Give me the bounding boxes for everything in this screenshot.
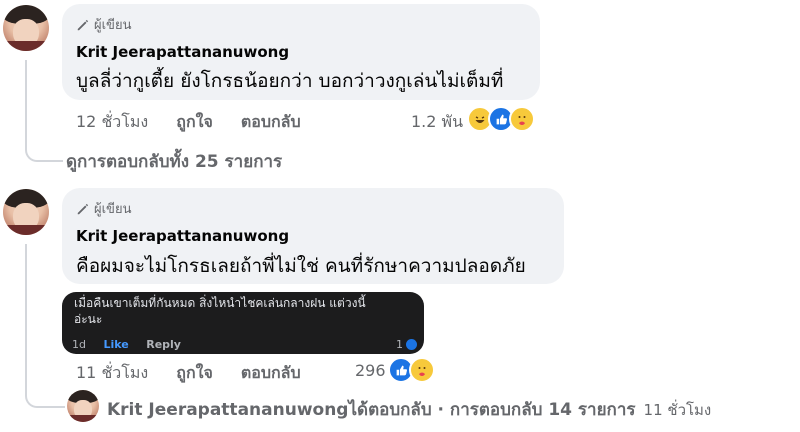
reply-author[interactable]: Krit Jeerapattananuwong <box>107 400 348 420</box>
author-badge-label: ผู้เขียน <box>94 18 132 33</box>
comment-text: บูลลี่ว่ากูเตี้ย ยังโกรธน้อยกว่า บอกว่าว… <box>76 70 504 92</box>
attached-text-line1: เมื่อคืนเขาเต็มที่กันหมด สิ่งไหนำไชคเล่น… <box>74 296 366 310</box>
author-badge: ผู้เขียน <box>76 198 131 219</box>
attached-image[interactable]: เมื่อคืนเขาเต็มที่กันหมด สิ่งไหนำไชคเล่น… <box>62 292 424 354</box>
like-button[interactable]: ถูกใจ <box>176 110 213 135</box>
reply-summary[interactable]: Krit Jeerapattananuwong ได้ตอบกลับ · การ… <box>107 396 711 423</box>
reply-summary-text[interactable]: ได้ตอบกลับ · การตอบกลับ 14 รายการ <box>348 396 635 423</box>
attached-time: 1d <box>72 338 86 351</box>
author-badge-label: ผู้เขียน <box>94 202 132 217</box>
comment-time[interactable]: 11 ชั่วโมง <box>76 361 148 386</box>
avatar[interactable] <box>3 5 49 51</box>
care-icon <box>409 357 435 383</box>
thread-connector <box>25 244 65 408</box>
attached-text-line2: อ่ะนะ <box>74 312 103 326</box>
reaction-icons[interactable] <box>467 106 535 132</box>
like-button[interactable]: ถูกใจ <box>176 361 213 386</box>
care-icon <box>509 106 535 132</box>
comment-time[interactable]: 12 ชั่วโมง <box>76 110 148 135</box>
reply-button[interactable]: ตอบกลับ <box>241 361 301 386</box>
comment-text: คือผมจะไม่โกรธเลยถ้าพี่ไม่ใช่ คนที่รักษา… <box>76 255 526 277</box>
reaction-icons[interactable] <box>388 357 435 383</box>
attached-reply: Reply <box>146 338 181 351</box>
author-badge: ผู้เขียน <box>76 14 131 35</box>
pencil-icon <box>77 19 89 30</box>
reaction-count[interactable]: 1.2 พัน <box>411 110 463 135</box>
pencil-icon <box>77 203 89 214</box>
reply-time: 11 ชั่วโมง <box>643 400 712 419</box>
view-replies-link[interactable]: ดูการตอบกลับทั้ง 25 รายการ <box>66 148 282 175</box>
thread-connector <box>25 60 63 162</box>
comment-author[interactable]: Krit Jeerapattananuwong <box>76 43 289 61</box>
attached-like: Like <box>103 338 129 351</box>
reaction-count[interactable]: 296 <box>355 361 386 380</box>
comment-author[interactable]: Krit Jeerapattananuwong <box>76 227 289 245</box>
reply-button[interactable]: ตอบกลับ <box>241 110 301 135</box>
avatar[interactable] <box>3 189 49 235</box>
attached-count: 1 <box>396 338 403 351</box>
like-icon <box>406 339 417 350</box>
reply-avatar[interactable] <box>67 390 99 422</box>
